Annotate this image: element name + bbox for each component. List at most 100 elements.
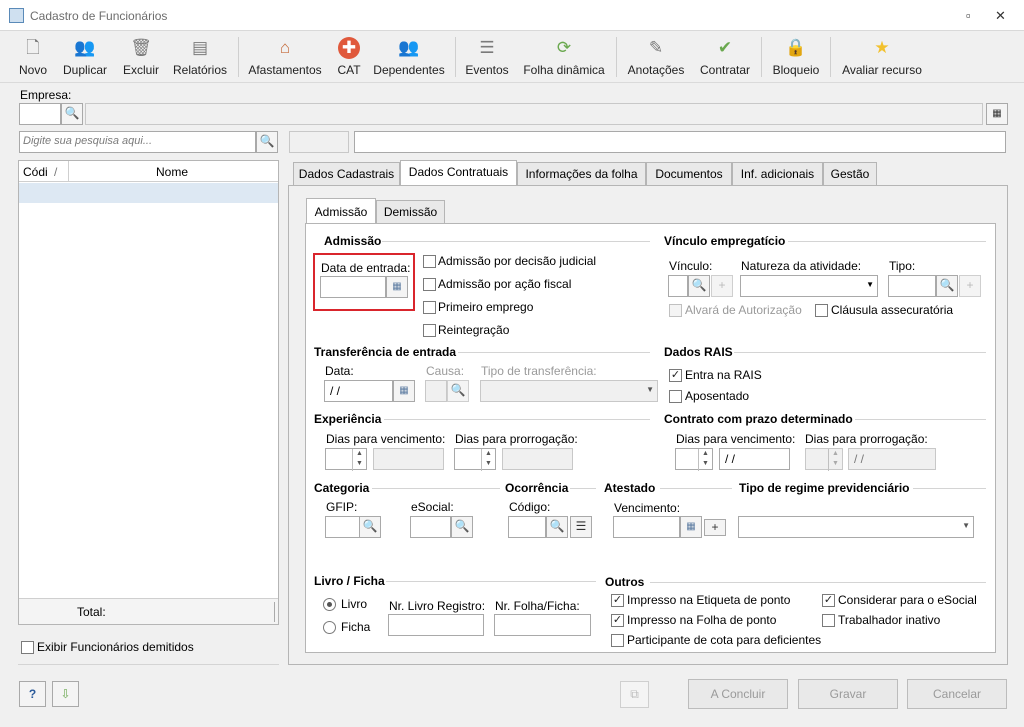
calendar-icon[interactable]: ▦ <box>393 380 415 402</box>
etiqueta-ponto-label: Impresso na Etiqueta de ponto <box>627 593 791 607</box>
nr-livro-input[interactable] <box>388 614 484 636</box>
vencimento-input[interactable] <box>613 516 680 538</box>
tab-gestao[interactable]: Gestão <box>823 162 877 186</box>
gfip-search-button[interactable]: 🔍 <box>359 516 381 538</box>
search-input[interactable]: Digite sua pesquisa aqui... <box>19 131 256 153</box>
esocial-search-button[interactable]: 🔍 <box>451 516 473 538</box>
concluir-button[interactable]: A Concluir <box>688 679 788 709</box>
livro-radio[interactable] <box>323 598 336 611</box>
tab-documentos[interactable]: Documentos <box>646 162 732 186</box>
contratar-button[interactable]: ✔ Contratar <box>697 31 753 81</box>
calendar-icon[interactable]: ▦ <box>386 276 408 298</box>
entra-rais-checkbox[interactable]: ✓ <box>669 369 682 382</box>
tipo-search-button[interactable]: 🔍 <box>936 275 958 297</box>
nr-folha-input[interactable] <box>494 614 591 636</box>
empresa-code-input[interactable] <box>19 103 61 125</box>
livro-radio-label: Livro <box>341 597 368 611</box>
folha-ponto-checkbox[interactable]: ✓ <box>611 614 624 627</box>
tipo-add-button[interactable]: + <box>959 275 981 297</box>
exp-dias-prorr-stepper[interactable]: ▲ ▼ <box>454 448 496 471</box>
filter-field-long[interactable] <box>354 131 1006 153</box>
relatorios-button[interactable]: ▤ Relatórios <box>171 31 229 81</box>
empresa-search-button[interactable]: 🔍 <box>61 103 83 125</box>
bloqueio-button[interactable]: 🔒 Bloqueio <box>770 31 822 81</box>
vinculo-input[interactable] <box>668 275 688 297</box>
codigo-input[interactable] <box>508 516 546 538</box>
employee-grid[interactable]: Códi / Nome Total: <box>18 160 279 625</box>
tab-dados-cadastrais[interactable]: Dados Cadastrais <box>293 162 400 186</box>
novo-button[interactable]: 🗋 Novo <box>14 31 52 81</box>
table-row[interactable] <box>19 183 278 203</box>
show-dismissed-checkbox[interactable] <box>21 641 34 654</box>
copy-icon[interactable]: ⧉ <box>620 681 649 708</box>
etiqueta-ponto-checkbox[interactable]: ✓ <box>611 594 624 607</box>
afastamentos-button[interactable]: ⌂ Afastamentos <box>246 31 324 81</box>
considerar-esocial-checkbox[interactable]: ✓ <box>822 594 835 607</box>
stepper-arrows[interactable]: ▲ ▼ <box>481 449 495 471</box>
subtab-admissao[interactable]: Admissão <box>306 198 376 225</box>
chevron-down-icon: ▼ <box>646 385 654 394</box>
duplicar-button[interactable]: 👥 Duplicar <box>60 31 110 81</box>
vinculo-search-button[interactable]: 🔍 <box>688 275 710 297</box>
ficha-radio[interactable] <box>323 621 336 634</box>
restore-icon[interactable]: ▫ <box>966 8 971 23</box>
chevron-down-icon: ▼ <box>866 280 874 289</box>
anotacoes-button[interactable]: ✎ Anotações <box>625 31 687 81</box>
section-outros: Outros <box>605 575 645 589</box>
aposentado-checkbox[interactable] <box>669 390 682 403</box>
cancelar-button[interactable]: Cancelar <box>907 679 1007 709</box>
folha-dinamica-button[interactable]: ⟳ Folha dinâmica <box>520 31 608 81</box>
star-icon: ★ <box>874 38 890 57</box>
calendar-grid-button[interactable]: ▦ <box>986 103 1008 125</box>
col-name-header[interactable]: Nome <box>156 165 188 179</box>
tab-informacoes-folha[interactable]: Informações da folha <box>517 162 646 186</box>
add-atestado-button[interactable]: + <box>704 519 726 536</box>
gfip-input[interactable] <box>325 516 360 538</box>
col-code-header[interactable]: Códi <box>23 165 48 179</box>
excluir-button[interactable]: 🗑 Excluir <box>120 31 162 81</box>
transferencia-data-input[interactable]: / / <box>324 380 393 402</box>
eventos-button[interactable]: ☰ Eventos <box>464 31 510 81</box>
clausula-checkbox[interactable] <box>815 304 828 317</box>
causa-label: Causa: <box>426 364 465 378</box>
stepper-arrows[interactable]: ▲ ▼ <box>352 449 366 471</box>
dependentes-button[interactable]: 👥 Dependentes <box>372 31 446 81</box>
title-bar: Cadastro de Funcionários ▫ ✕ <box>0 0 1024 31</box>
vinculo-add-button[interactable]: + <box>711 275 733 297</box>
tipo-input[interactable] <box>888 275 936 297</box>
reintegracao-checkbox[interactable] <box>423 324 436 337</box>
close-icon[interactable]: ✕ <box>995 8 1006 24</box>
exp-dias-venc-stepper[interactable]: ▲ ▼ <box>325 448 367 471</box>
tab-inf-adicionais[interactable]: Inf. adicionais <box>732 162 823 186</box>
tab-dados-contratuais[interactable]: Dados Contratuais <box>400 160 517 186</box>
trabalhador-inativo-checkbox[interactable] <box>822 614 835 627</box>
admissao-fiscal-checkbox[interactable] <box>423 278 436 291</box>
data-entrada-input[interactable] <box>320 276 386 298</box>
search-button[interactable]: 🔍 <box>256 131 278 153</box>
divider <box>18 664 279 665</box>
natureza-select[interactable]: ▼ <box>740 275 878 297</box>
admissao-judicial-checkbox[interactable] <box>423 255 436 268</box>
import-button[interactable]: ⇩ <box>52 681 79 707</box>
esocial-input[interactable] <box>410 516 451 538</box>
contrato-dias-venc-stepper[interactable]: ▲ ▼ <box>675 448 713 471</box>
codigo-list-button[interactable]: ☰ <box>570 516 592 538</box>
stepper-arrows[interactable]: ▲ ▼ <box>698 449 712 471</box>
alvara-checkbox[interactable] <box>669 304 682 317</box>
window-title: Cadastro de Funcionários <box>30 9 168 23</box>
gravar-button[interactable]: Gravar <box>798 679 898 709</box>
contrato-venc-date[interactable]: / / <box>719 448 790 470</box>
section-categoria: Categoria <box>314 481 370 495</box>
cota-deficientes-checkbox[interactable] <box>611 634 624 647</box>
codigo-search-button[interactable]: 🔍 <box>546 516 568 538</box>
section-atestado: Atestado <box>604 481 656 495</box>
vencimento-label: Vencimento: <box>614 501 681 515</box>
regime-select[interactable]: ▼ <box>738 516 974 538</box>
subtab-demissao[interactable]: Demissão <box>376 200 445 224</box>
calendar-icon[interactable]: ▦ <box>680 516 702 538</box>
avaliar-recurso-button[interactable]: ★ Avaliar recurso <box>840 31 924 81</box>
events-list-icon: ☰ <box>479 38 495 57</box>
cat-button[interactable]: ✚ CAT <box>334 31 364 81</box>
help-button[interactable]: ? <box>19 681 46 707</box>
primeiro-emprego-checkbox[interactable] <box>423 301 436 314</box>
